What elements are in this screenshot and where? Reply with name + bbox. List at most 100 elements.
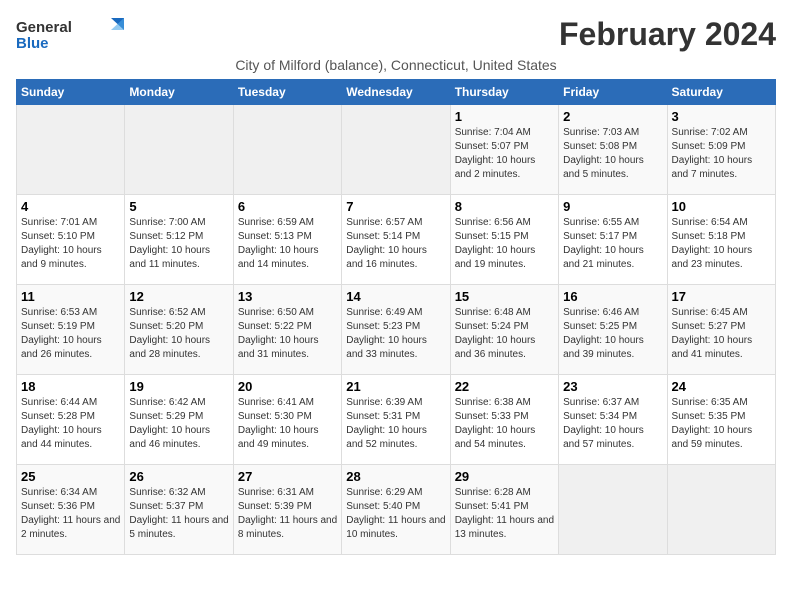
calendar-day <box>17 105 125 195</box>
calendar-day: 17 Sunrise: 6:45 AM Sunset: 5:27 PM Dayli… <box>667 285 775 375</box>
calendar-day <box>125 105 233 195</box>
day-info: Sunrise: 6:39 AM Sunset: 5:31 PM Dayligh… <box>346 396 445 452</box>
calendar-day: 28 Sunrise: 6:29 AM Sunset: 5:40 PM Dayli… <box>342 465 450 555</box>
day-info: Sunrise: 6:46 AM Sunset: 5:25 PM Dayligh… <box>563 306 662 362</box>
day-number: 20 <box>238 379 337 394</box>
day-info: Sunrise: 6:35 AM Sunset: 5:35 PM Dayligh… <box>672 396 771 452</box>
day-info: Sunrise: 6:31 AM Sunset: 5:39 PM Dayligh… <box>238 486 337 542</box>
weekday-header: Saturday <box>667 80 775 105</box>
calendar-day: 4Sunrise: 7:01 AM Sunset: 5:10 PM Daylig… <box>17 195 125 285</box>
day-number: 22 <box>455 379 554 394</box>
day-info: Sunrise: 7:00 AM Sunset: 5:12 PM Dayligh… <box>129 216 228 272</box>
svg-text:General: General <box>16 19 72 36</box>
calendar-day: 20Sunrise: 6:41 AM Sunset: 5:30 PM Dayli… <box>233 375 341 465</box>
day-number: 18 <box>21 379 120 394</box>
calendar-day: 1Sunrise: 7:04 AM Sunset: 5:07 PM Daylig… <box>450 105 558 195</box>
weekday-header: Wednesday <box>342 80 450 105</box>
day-info: Sunrise: 6:44 AM Sunset: 5:28 PM Dayligh… <box>21 396 120 452</box>
calendar-day: 5Sunrise: 7:00 AM Sunset: 5:12 PM Daylig… <box>125 195 233 285</box>
day-number: 15 <box>455 289 554 304</box>
day-number: 23 <box>563 379 662 394</box>
calendar-day <box>233 105 341 195</box>
day-number: 24 <box>672 379 771 394</box>
day-info: Sunrise: 6:42 AM Sunset: 5:29 PM Dayligh… <box>129 396 228 452</box>
day-info: Sunrise: 7:03 AM Sunset: 5:08 PM Dayligh… <box>563 126 662 182</box>
day-number: 3 <box>672 109 771 124</box>
day-number: 1 <box>455 109 554 124</box>
weekday-header: Thursday <box>450 80 558 105</box>
calendar-day: 6Sunrise: 6:59 AM Sunset: 5:13 PM Daylig… <box>233 195 341 285</box>
header: General Blue February 2024 <box>16 16 776 53</box>
day-info: Sunrise: 6:56 AM Sunset: 5:15 PM Dayligh… <box>455 216 554 272</box>
day-number: 11 <box>21 289 120 304</box>
day-info: Sunrise: 6:54 AM Sunset: 5:18 PM Dayligh… <box>672 216 771 272</box>
day-number: 27 <box>238 469 337 484</box>
day-number: 4 <box>21 199 120 214</box>
subtitle: City of Milford (balance), Connecticut, … <box>16 57 776 73</box>
calendar-week: 4Sunrise: 7:01 AM Sunset: 5:10 PM Daylig… <box>17 195 776 285</box>
day-info: Sunrise: 6:50 AM Sunset: 5:22 PM Dayligh… <box>238 306 337 362</box>
weekday-header: Friday <box>559 80 667 105</box>
calendar-week: 25Sunrise: 6:34 AM Sunset: 5:36 PM Dayli… <box>17 465 776 555</box>
day-number: 29 <box>455 469 554 484</box>
day-info: Sunrise: 6:38 AM Sunset: 5:33 PM Dayligh… <box>455 396 554 452</box>
month-title: February 2024 <box>559 16 776 53</box>
day-number: 7 <box>346 199 445 214</box>
day-info: Sunrise: 6:57 AM Sunset: 5:14 PM Dayligh… <box>346 216 445 272</box>
day-info: Sunrise: 6:37 AM Sunset: 5:34 PM Dayligh… <box>563 396 662 452</box>
day-number: 13 <box>238 289 337 304</box>
day-info: Sunrise: 6:32 AM Sunset: 5:37 PM Dayligh… <box>129 486 228 542</box>
calendar-day: 13 Sunrise: 6:50 AM Sunset: 5:22 PM Dayli… <box>233 285 341 375</box>
calendar-day: 18 Sunrise: 6:44 AM Sunset: 5:28 PM Dayli… <box>17 375 125 465</box>
day-number: 8 <box>455 199 554 214</box>
calendar-day: 22 Sunrise: 6:38 AM Sunset: 5:33 PM Dayli… <box>450 375 558 465</box>
calendar-day: 21 Sunrise: 6:39 AM Sunset: 5:31 PM Dayli… <box>342 375 450 465</box>
day-number: 6 <box>238 199 337 214</box>
calendar-day: 7 Sunrise: 6:57 AM Sunset: 5:14 PM Daylig… <box>342 195 450 285</box>
calendar-day: 12 Sunrise: 6:52 AM Sunset: 5:20 PM Dayli… <box>125 285 233 375</box>
day-number: 28 <box>346 469 445 484</box>
day-info: Sunrise: 6:48 AM Sunset: 5:24 PM Dayligh… <box>455 306 554 362</box>
day-info: Sunrise: 6:52 AM Sunset: 5:20 PM Dayligh… <box>129 306 228 362</box>
calendar-day: 2 Sunrise: 7:03 AM Sunset: 5:08 PM Daylig… <box>559 105 667 195</box>
calendar-day: 14 Sunrise: 6:49 AM Sunset: 5:23 PM Dayli… <box>342 285 450 375</box>
day-info: Sunrise: 6:49 AM Sunset: 5:23 PM Dayligh… <box>346 306 445 362</box>
day-number: 2 <box>563 109 662 124</box>
day-number: 12 <box>129 289 228 304</box>
calendar-day <box>342 105 450 195</box>
calendar-week: 1Sunrise: 7:04 AM Sunset: 5:07 PM Daylig… <box>17 105 776 195</box>
day-number: 16 <box>563 289 662 304</box>
calendar-day: 19Sunrise: 6:42 AM Sunset: 5:29 PM Dayli… <box>125 375 233 465</box>
day-info: Sunrise: 6:55 AM Sunset: 5:17 PM Dayligh… <box>563 216 662 272</box>
calendar-day: 8 Sunrise: 6:56 AM Sunset: 5:15 PM Daylig… <box>450 195 558 285</box>
calendar-day: 26Sunrise: 6:32 AM Sunset: 5:37 PM Dayli… <box>125 465 233 555</box>
day-info: Sunrise: 6:29 AM Sunset: 5:40 PM Dayligh… <box>346 486 445 542</box>
calendar-table: SundayMondayTuesdayWednesdayThursdayFrid… <box>16 79 776 555</box>
calendar-day: 10 Sunrise: 6:54 AM Sunset: 5:18 PM Dayli… <box>667 195 775 285</box>
day-info: Sunrise: 6:34 AM Sunset: 5:36 PM Dayligh… <box>21 486 120 542</box>
day-info: Sunrise: 6:45 AM Sunset: 5:27 PM Dayligh… <box>672 306 771 362</box>
calendar-day: 9Sunrise: 6:55 AM Sunset: 5:17 PM Daylig… <box>559 195 667 285</box>
calendar-day: 27 Sunrise: 6:31 AM Sunset: 5:39 PM Dayli… <box>233 465 341 555</box>
svg-text:Blue: Blue <box>16 35 49 52</box>
logo: General Blue <box>16 16 136 52</box>
calendar-day <box>559 465 667 555</box>
day-number: 21 <box>346 379 445 394</box>
weekday-header: Sunday <box>17 80 125 105</box>
day-info: Sunrise: 6:53 AM Sunset: 5:19 PM Dayligh… <box>21 306 120 362</box>
calendar-day: 29 Sunrise: 6:28 AM Sunset: 5:41 PM Dayli… <box>450 465 558 555</box>
day-number: 14 <box>346 289 445 304</box>
logo-svg: General Blue <box>16 16 136 52</box>
calendar-day: 24 Sunrise: 6:35 AM Sunset: 5:35 PM Dayli… <box>667 375 775 465</box>
day-number: 17 <box>672 289 771 304</box>
calendar-day: 11 Sunrise: 6:53 AM Sunset: 5:19 PM Dayli… <box>17 285 125 375</box>
day-number: 10 <box>672 199 771 214</box>
weekday-header: Tuesday <box>233 80 341 105</box>
day-info: Sunrise: 6:28 AM Sunset: 5:41 PM Dayligh… <box>455 486 554 542</box>
calendar-day <box>667 465 775 555</box>
header-row: SundayMondayTuesdayWednesdayThursdayFrid… <box>17 80 776 105</box>
calendar-week: 18 Sunrise: 6:44 AM Sunset: 5:28 PM Dayli… <box>17 375 776 465</box>
calendar-day: 3Sunrise: 7:02 AM Sunset: 5:09 PM Daylig… <box>667 105 775 195</box>
calendar-week: 11 Sunrise: 6:53 AM Sunset: 5:19 PM Dayli… <box>17 285 776 375</box>
calendar-day: 16 Sunrise: 6:46 AM Sunset: 5:25 PM Dayli… <box>559 285 667 375</box>
